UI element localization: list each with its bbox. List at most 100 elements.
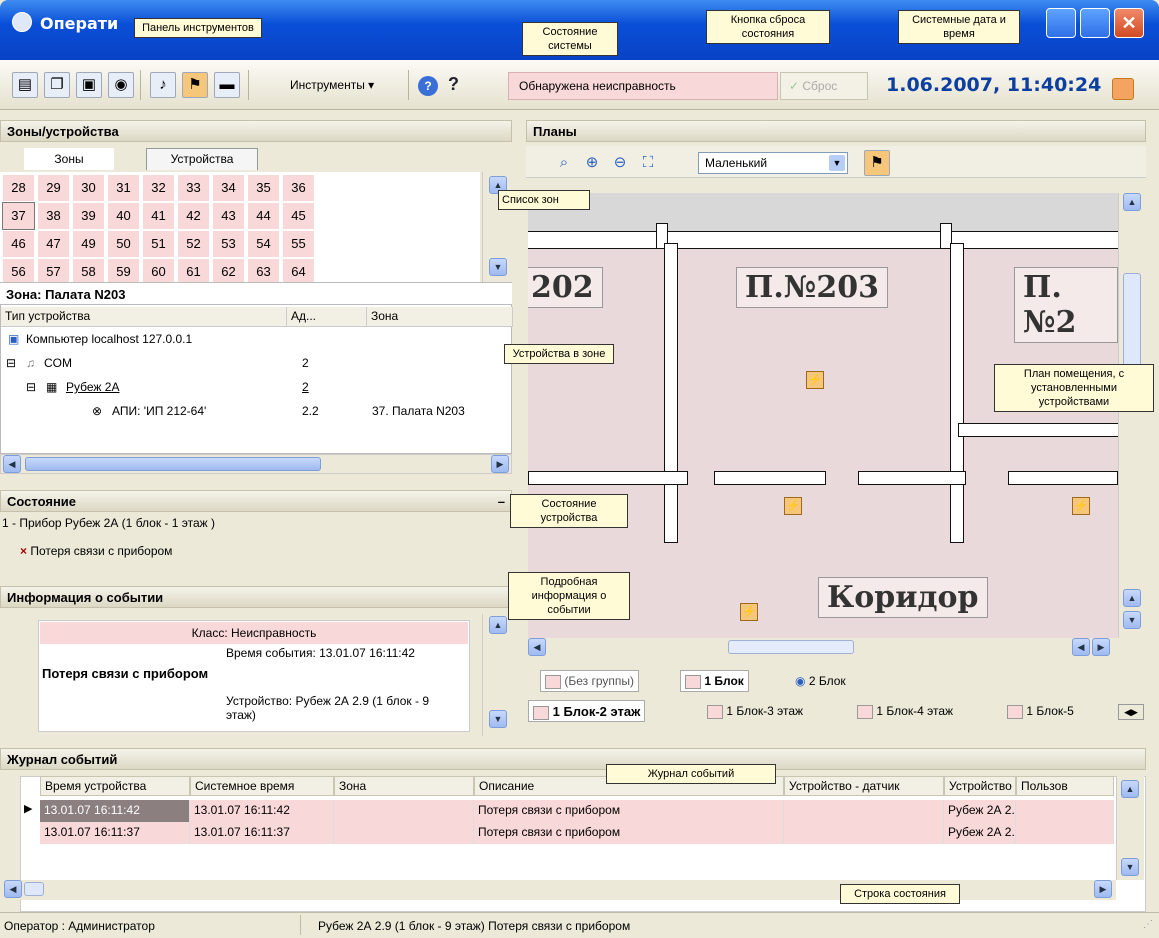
zone-cell[interactable]: 49 <box>72 230 105 258</box>
group-tab-block2[interactable]: ◉ 2 Блок <box>790 670 851 692</box>
zone-cell[interactable]: 61 <box>177 258 210 282</box>
journal-cell[interactable]: 13.01.07 16:11:37 <box>40 822 190 844</box>
scroll-thumb[interactable] <box>24 882 44 896</box>
fullscreen-icon[interactable]: ⛶ <box>636 150 660 174</box>
col-zone[interactable]: Зона <box>334 776 474 796</box>
zone-cell[interactable]: 33 <box>177 174 210 202</box>
zone-cell[interactable]: 41 <box>142 202 175 230</box>
tile-icon[interactable]: ▣ <box>76 72 102 98</box>
scroll-left-icon[interactable]: ◀ <box>4 880 22 898</box>
event-scrollbar[interactable]: ▲ ▼ <box>482 614 512 736</box>
zone-cell[interactable]: 29 <box>37 174 70 202</box>
collapse-icon[interactable]: ⊟ <box>26 376 36 398</box>
plan-hscrollbar[interactable]: ◀ ◀ ▶ <box>528 638 1118 656</box>
scroll-thumb[interactable] <box>25 457 321 471</box>
group-tab-block1[interactable]: 1 Блок <box>680 670 749 692</box>
alarm-indicator-icon[interactable] <box>1112 78 1134 100</box>
journal-cell[interactable] <box>334 822 474 844</box>
scroll-right-icon[interactable]: ▶ <box>1094 880 1112 898</box>
journal-cell[interactable]: Потеря связи с прибором <box>474 822 784 844</box>
zone-cell[interactable]: 46 <box>2 230 35 258</box>
col-system-time[interactable]: Системное время <box>190 776 334 796</box>
zoom-out-icon[interactable]: ⊖ <box>608 150 632 174</box>
plan-device-icon[interactable]: ⚑ <box>182 72 208 98</box>
journal-cell[interactable]: Потеря связи с прибором <box>474 800 784 822</box>
zone-cell[interactable]: 55 <box>282 230 315 258</box>
scroll-up-icon[interactable]: ▲ <box>1121 780 1139 798</box>
col-address[interactable]: Ад... <box>287 307 367 327</box>
scroll-up-icon[interactable]: ▲ <box>1123 589 1141 607</box>
floor-tab[interactable]: 1 Блок-5 <box>1002 700 1079 722</box>
zone-cell[interactable]: 59 <box>107 258 140 282</box>
zone-list[interactable]: 28 29 30 31 32 33 34 35 36 37 38 39 40 41 42 43 44 45 46 47… <box>0 172 480 282</box>
col-device-time[interactable]: Время устройства <box>40 776 190 796</box>
journal-cell[interactable] <box>1016 822 1114 844</box>
zone-cell[interactable]: 39 <box>72 202 105 230</box>
scroll-down-icon[interactable]: ▼ <box>1123 611 1141 629</box>
tab-devices[interactable]: Устройства <box>146 148 258 170</box>
zone-cell[interactable]: 47 <box>37 230 70 258</box>
speaker-icon[interactable]: ♪ <box>150 72 176 98</box>
floor-tab[interactable]: 1 Блок-4 этаж <box>852 700 958 722</box>
zone-cell[interactable]: 52 <box>177 230 210 258</box>
detector-icon[interactable]: ⚡ <box>806 371 824 389</box>
detector-icon[interactable]: ⚡ <box>784 497 802 515</box>
group-tab-none[interactable]: (Без группы) <box>540 670 639 692</box>
zone-cell[interactable]: 38 <box>37 202 70 230</box>
zoom-fit-icon[interactable]: ⌕ <box>552 150 576 174</box>
journal-cell[interactable]: Рубеж 2А 2.! <box>944 800 1016 822</box>
tools-menu[interactable]: Инструменты ▾ <box>290 78 374 92</box>
scroll-right-icon[interactable]: ▶ <box>1092 638 1110 656</box>
windows-icon[interactable]: ❐ <box>44 72 70 98</box>
resize-grip-icon[interactable]: ⋰ <box>1143 919 1153 930</box>
zone-cell[interactable]: 57 <box>37 258 70 282</box>
journal-cell[interactable]: 13.01.07 16:11:42 <box>40 800 190 822</box>
floor-tab[interactable]: 1 Блок-2 этаж <box>528 700 646 722</box>
device-name[interactable]: Рубеж 2А <box>66 376 119 398</box>
zone-cell[interactable]: 53 <box>212 230 245 258</box>
tab-zones[interactable]: Зоны <box>24 148 114 170</box>
room-label[interactable]: П.№2 <box>1014 267 1118 343</box>
zone-cell[interactable]: 28 <box>2 174 35 202</box>
col-device[interactable]: Устройство <box>944 776 1016 796</box>
col-device-type[interactable]: Тип устройства <box>1 307 287 327</box>
zone-cell[interactable]: 56 <box>2 258 35 282</box>
zone-cell[interactable]: 60 <box>142 258 175 282</box>
zone-cell[interactable]: 62 <box>212 258 245 282</box>
journal-cell[interactable]: Рубеж 2А 2.! <box>944 822 1016 844</box>
scroll-left-icon[interactable]: ◀ <box>3 455 21 473</box>
zone-cell[interactable]: 40 <box>107 202 140 230</box>
maximize-button[interactable] <box>1080 8 1110 38</box>
floor-tabs-scroll-icon[interactable]: ◀▶ <box>1118 704 1144 720</box>
plan-device-icon[interactable]: ⚑ <box>864 150 890 176</box>
zone-cell[interactable]: 32 <box>142 174 175 202</box>
journal-cell[interactable] <box>1016 800 1114 822</box>
scroll-right-icon[interactable]: ▶ <box>491 455 509 473</box>
collapse-panel-icon[interactable]: – <box>498 494 505 509</box>
detector-icon[interactable]: ⚡ <box>1072 497 1090 515</box>
scroll-thumb[interactable] <box>1123 273 1141 373</box>
journal-vscrollbar[interactable]: ▲ ▼ <box>1116 776 1144 880</box>
col-zone[interactable]: Зона <box>367 307 513 327</box>
scroll-left-icon[interactable]: ◀ <box>1072 638 1090 656</box>
col-sensor[interactable]: Устройство - датчик <box>784 776 944 796</box>
scroll-up-icon[interactable]: ▲ <box>489 616 507 634</box>
scroll-down-icon[interactable]: ▼ <box>489 258 507 276</box>
zone-cell[interactable]: 64 <box>282 258 315 282</box>
minimize-button[interactable] <box>1046 8 1076 38</box>
help-icon[interactable]: ? <box>418 76 438 96</box>
zone-cell[interactable]: 34 <box>212 174 245 202</box>
scroll-up-icon[interactable]: ▲ <box>1123 193 1141 211</box>
journal-cell[interactable] <box>784 822 944 844</box>
scroll-left-icon[interactable]: ◀ <box>528 638 546 656</box>
print-icon[interactable]: ▬ <box>214 72 240 98</box>
scroll-down-icon[interactable]: ▼ <box>489 710 507 728</box>
zone-cell[interactable]: 51 <box>142 230 175 258</box>
zone-cell[interactable]: 30 <box>72 174 105 202</box>
journal-cell[interactable]: 13.01.07 16:11:42 <box>190 800 334 822</box>
scroll-thumb[interactable] <box>728 640 854 654</box>
zone-cell[interactable]: 36 <box>282 174 315 202</box>
reset-button[interactable]: ✓ Сброс <box>780 72 868 100</box>
devices-hscrollbar[interactable]: ◀ ▶ <box>0 454 512 474</box>
zone-cell[interactable]: 63 <box>247 258 280 282</box>
